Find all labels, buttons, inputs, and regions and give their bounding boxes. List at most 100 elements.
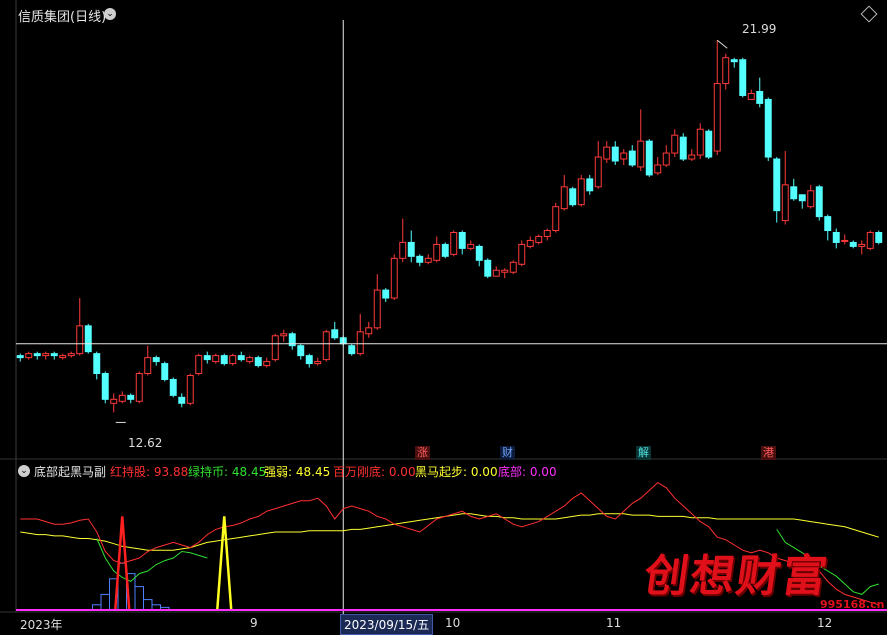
legend-strength: 强弱: 48.45 (264, 465, 331, 479)
bottom-bar (143, 599, 153, 611)
candle-body (280, 333, 288, 337)
indicator-name[interactable]: 底部起黑马副 (34, 463, 106, 480)
candle-body (484, 259, 492, 277)
xaxis-label-11: 11 (606, 616, 622, 630)
candle-body (815, 186, 823, 218)
candle-body (331, 329, 339, 339)
candle-body (824, 216, 832, 232)
candle-body (781, 184, 789, 222)
candle-body (169, 378, 177, 396)
event-marker-zhang[interactable]: 涨 (415, 446, 430, 460)
candle-body (747, 92, 755, 100)
candle-body (195, 355, 203, 375)
candle-body (603, 146, 611, 160)
candle-body (628, 150, 636, 166)
xaxis-label-10: 10 (445, 616, 461, 630)
candle-body (688, 154, 696, 160)
candle-body (322, 331, 330, 361)
candle-body (773, 158, 781, 212)
candle-body (611, 146, 619, 162)
candle-body (84, 325, 92, 353)
candle-body (135, 373, 143, 402)
candle-body (433, 243, 441, 261)
event-marker-jie[interactable]: 解 (636, 446, 651, 460)
high-arrow (716, 39, 728, 49)
candle-body (297, 345, 305, 357)
xaxis-label-9: 9 (250, 616, 258, 630)
candle-body (263, 361, 271, 367)
candle-body (671, 134, 679, 154)
candle-body (458, 232, 466, 249)
legend-bottom: 底部: 0.00 (498, 465, 557, 479)
candle-body (76, 325, 84, 355)
candle-body (212, 355, 220, 363)
xaxis-label-2023: 2023年 (20, 618, 63, 632)
candle-body (475, 245, 483, 261)
candle-body (739, 59, 747, 96)
watermark-logo: 创想财富 (640, 551, 832, 602)
high-price-label: 21.99 (742, 22, 777, 36)
dark-horse-spike (216, 516, 233, 611)
candle-body (696, 128, 704, 156)
candle-body (178, 396, 186, 404)
candle-body (620, 152, 628, 160)
candle-body (705, 130, 713, 158)
candle-body (552, 206, 560, 232)
xaxis-label-12: 12 (817, 616, 833, 630)
candle-body (518, 243, 526, 265)
legend-dark-horse: 黑马起步: 0.00 (415, 465, 498, 479)
candle-body (832, 232, 840, 243)
kline-chart-area[interactable] (0, 0, 887, 633)
candle-body (637, 140, 645, 168)
candle-body (654, 164, 662, 174)
candle-body (569, 188, 577, 206)
candle-body (93, 353, 101, 375)
candle-body (543, 230, 551, 237)
candle-body (560, 186, 568, 210)
candle-body (501, 269, 509, 273)
candle-body (229, 355, 237, 365)
candle-body (16, 355, 24, 359)
chevron-down-icon[interactable]: ⌄ (104, 8, 116, 20)
candle-body (509, 261, 517, 273)
candle-body (467, 243, 475, 249)
candle-body (662, 152, 670, 166)
candle-body (237, 355, 245, 361)
candle-body (526, 239, 534, 247)
candle-body (713, 83, 721, 152)
candle-body (356, 331, 364, 355)
low-price-label: 12.62 (128, 436, 163, 450)
event-marker-gang[interactable]: 港 (761, 446, 776, 460)
candle-body (594, 156, 602, 188)
candle-body (33, 353, 41, 357)
candle-body (271, 335, 279, 361)
candle-body (866, 232, 874, 249)
candle-body (305, 355, 313, 365)
candle-body (110, 398, 118, 404)
candle-body (424, 257, 432, 263)
candle-body (756, 90, 764, 104)
candle-body (441, 243, 449, 257)
indicator-menu-icon[interactable]: ⌄ (18, 465, 30, 477)
candle-body (373, 289, 381, 329)
candle-body (875, 232, 883, 243)
candle-body (365, 327, 373, 335)
candle-body (390, 257, 398, 299)
event-marker-cai[interactable]: 财 (500, 446, 515, 460)
candle-body (382, 289, 390, 299)
candle-body (314, 361, 322, 365)
legend-red-hold: 红持股: 93.88 (110, 465, 189, 479)
watermark-url: 995168.cn (820, 598, 885, 611)
candle-body (407, 241, 415, 257)
candle-body (50, 353, 58, 357)
candle-body (118, 394, 126, 402)
candle-body (59, 355, 67, 359)
candle-body (535, 235, 543, 243)
cursor-date-label: 2023/09/15/五 (340, 614, 434, 635)
candle-body (348, 345, 356, 355)
candle-body (25, 353, 33, 359)
candle-body (399, 241, 407, 259)
candle-body (577, 178, 585, 206)
candle-body (144, 357, 152, 375)
bottom-bar (134, 586, 144, 611)
